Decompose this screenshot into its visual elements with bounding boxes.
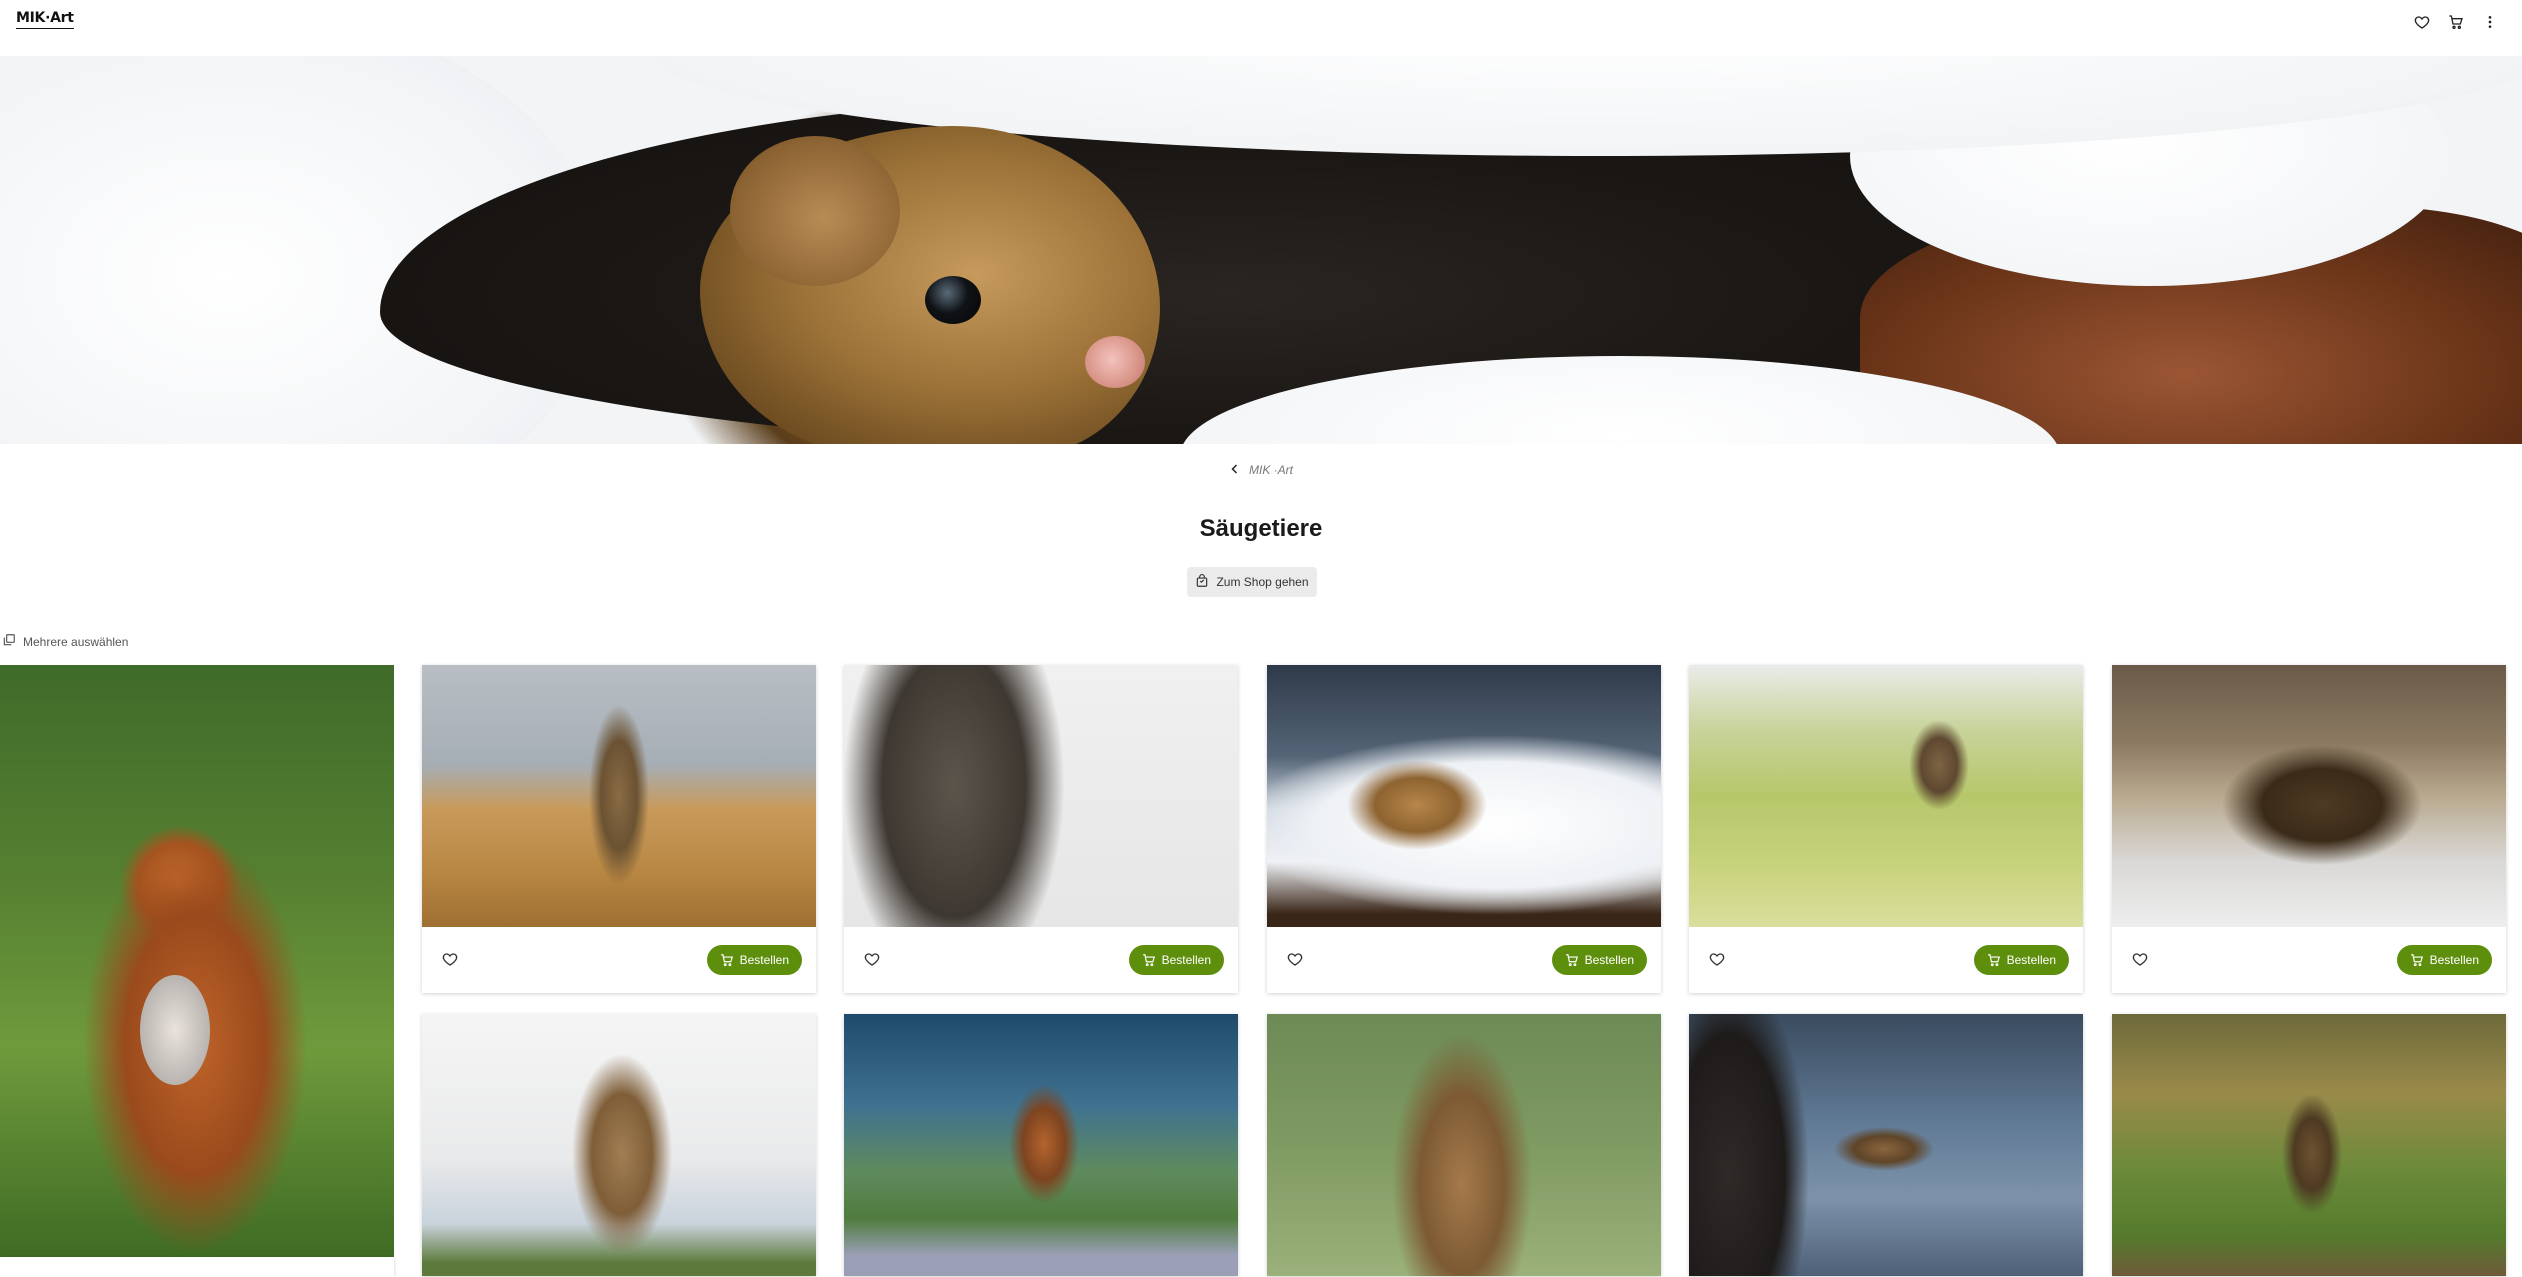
select-multiple-label: Mehrere auswählen	[23, 634, 129, 649]
chevron-left-icon[interactable]	[1229, 463, 1241, 478]
top-bar: MIK·Art	[0, 0, 2522, 56]
cart-icon	[2410, 954, 2423, 967]
photo-card: Bestellen	[844, 665, 1238, 993]
heart-icon[interactable]	[2132, 951, 2150, 969]
order-button[interactable]: Bestellen	[706, 945, 802, 975]
photo-roe-deer-reeds[interactable]	[422, 665, 816, 927]
photo-card: Bestellen	[422, 665, 816, 993]
breadcrumb: MIK ·Art	[0, 463, 2522, 478]
site-logo[interactable]: MIK·Art	[16, 10, 74, 29]
photo-deer-portrait[interactable]	[1267, 1014, 1661, 1276]
more-vertical-icon[interactable]	[2480, 12, 2500, 32]
photo-card-footer	[0, 1257, 394, 1277]
photo-hare-frost[interactable]	[2112, 665, 2506, 927]
photo-hare-running[interactable]	[2112, 1014, 2506, 1276]
heart-icon[interactable]	[442, 951, 460, 969]
cart-icon	[1565, 954, 1578, 967]
photo-raccoon-tree[interactable]	[844, 665, 1238, 927]
heart-icon[interactable]	[1709, 951, 1727, 969]
order-label: Bestellen	[2006, 953, 2056, 967]
breadcrumb-link[interactable]: MIK ·Art	[1249, 463, 1293, 477]
heart-icon[interactable]	[1287, 951, 1305, 969]
multi-select-icon	[2, 633, 16, 650]
order-button[interactable]: Bestellen	[1128, 945, 1224, 975]
go-to-shop-button[interactable]: Zum Shop gehen	[1187, 567, 1317, 597]
order-label: Bestellen	[1584, 953, 1634, 967]
cart-icon[interactable]	[2446, 12, 2466, 32]
cart-icon	[720, 954, 733, 967]
hero-banner-image	[0, 56, 2522, 444]
photo-animal-water[interactable]	[1689, 1014, 2083, 1276]
order-label: Bestellen	[1161, 953, 1211, 967]
page-title: Säugetiere	[1199, 515, 1323, 542]
photo-deer-green-field[interactable]	[1689, 665, 2083, 927]
order-label: Bestellen	[2429, 953, 2479, 967]
photo-mouse-snow[interactable]	[1267, 665, 1661, 927]
cart-icon	[1142, 954, 1155, 967]
order-button[interactable]: Bestellen	[1551, 945, 1647, 975]
go-to-shop-label: Zum Shop gehen	[1216, 575, 1309, 589]
shopping-bag-icon	[1195, 573, 1209, 591]
photo-roe-deer-grey-sky[interactable]	[422, 1014, 816, 1276]
order-label: Bestellen	[739, 953, 789, 967]
header-actions	[2412, 12, 2500, 32]
select-multiple-toggle[interactable]: Mehrere auswählen	[2, 633, 128, 650]
photo-card: Bestellen	[2112, 665, 2506, 993]
order-button[interactable]: Bestellen	[1973, 945, 2069, 975]
photo-card: Bestellen	[1689, 665, 2083, 993]
heart-icon[interactable]	[864, 951, 882, 969]
heart-icon[interactable]	[2412, 12, 2432, 32]
cart-icon	[1987, 954, 2000, 967]
photo-fox-meadow[interactable]	[0, 665, 394, 1257]
photo-fox-road[interactable]	[844, 1014, 1238, 1276]
order-button[interactable]: Bestellen	[2396, 945, 2492, 975]
photo-card: Bestellen	[1267, 665, 1661, 993]
